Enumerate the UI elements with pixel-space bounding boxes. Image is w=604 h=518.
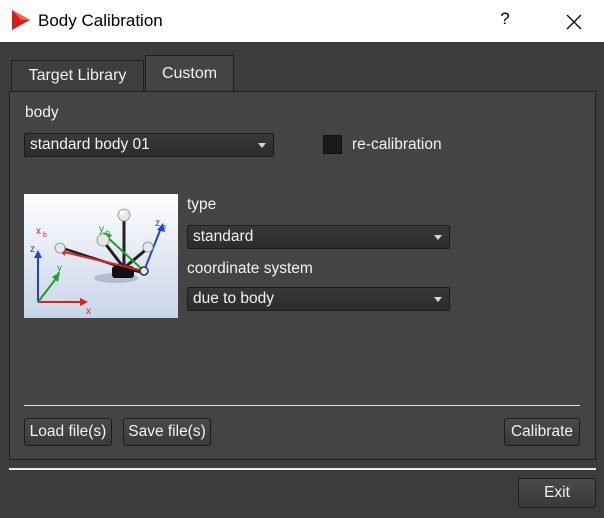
exit-label: Exit	[544, 484, 570, 501]
svg-text:b: b	[162, 224, 166, 231]
svg-text:x: x	[86, 306, 91, 317]
exit-button[interactable]: Exit	[518, 478, 596, 508]
calibrate-button[interactable]: Calibrate	[504, 418, 580, 446]
close-icon[interactable]	[562, 10, 586, 34]
coordinate-system-label: coordinate system	[187, 260, 313, 277]
chevron-down-icon	[434, 297, 442, 302]
tab-custom-label: Custom	[161, 65, 218, 82]
help-button[interactable]: ?	[494, 9, 516, 33]
title-bar: Body Calibration ?	[0, 0, 604, 42]
save-files-label: Save file(s)	[128, 423, 206, 440]
type-combobox-value: standard	[193, 228, 254, 245]
chevron-down-icon	[258, 143, 266, 148]
recalibration-checkbox[interactable]	[323, 135, 342, 154]
body-label: body	[25, 104, 59, 121]
app-logo-icon	[12, 10, 30, 30]
panel-divider	[24, 405, 580, 406]
save-files-button[interactable]: Save file(s)	[123, 418, 211, 446]
body-combobox[interactable]: standard body 01	[24, 133, 274, 157]
type-label: type	[187, 196, 217, 213]
window-title: Body Calibration	[38, 11, 163, 30]
calibrate-label: Calibrate	[510, 423, 574, 440]
type-combobox[interactable]: standard	[187, 225, 450, 249]
coordinate-system-combobox-value: due to body	[193, 290, 275, 307]
svg-text:x: x	[36, 226, 41, 237]
body-diagram-image: z y x x b z b y b	[24, 194, 178, 318]
recalibration-label[interactable]: re-calibration	[352, 136, 442, 154]
svg-text:y: y	[99, 224, 104, 235]
tab-custom[interactable]: Custom	[145, 55, 234, 92]
svg-text:y: y	[57, 263, 62, 274]
load-files-label: Load file(s)	[29, 423, 107, 440]
svg-text:b: b	[43, 232, 47, 239]
coordinate-system-combobox[interactable]: due to body	[187, 287, 450, 311]
svg-text:z: z	[30, 244, 35, 255]
footer-divider	[9, 468, 596, 470]
svg-text:z: z	[155, 218, 160, 229]
body-combobox-value: standard body 01	[30, 136, 150, 153]
chevron-down-icon	[434, 235, 442, 240]
tab-target-library-label: Target Library	[28, 67, 127, 84]
tab-target-library[interactable]: Target Library	[11, 60, 144, 91]
load-files-button[interactable]: Load file(s)	[24, 418, 112, 446]
